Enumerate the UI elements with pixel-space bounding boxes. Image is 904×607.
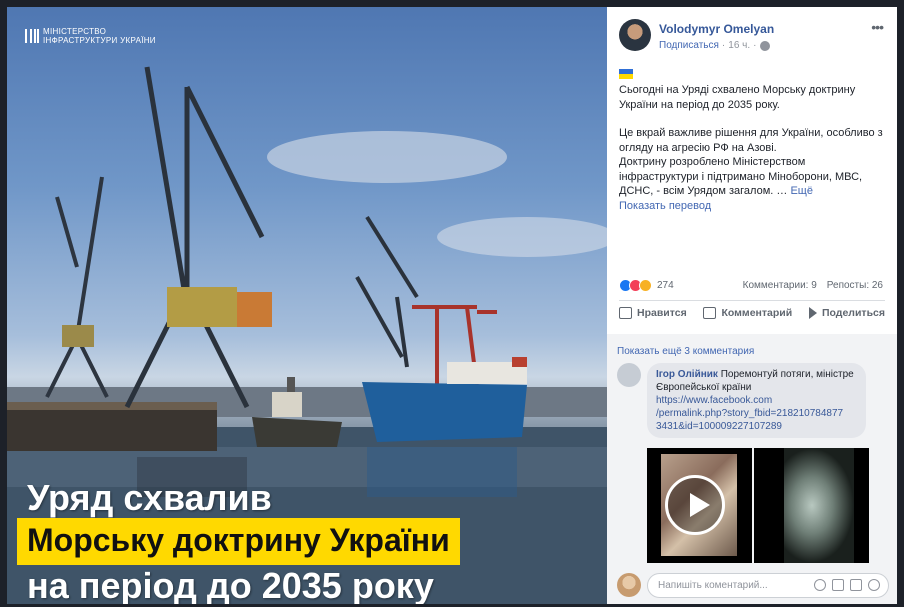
current-user-avatar xyxy=(617,573,641,597)
gif-icon[interactable] xyxy=(850,579,862,591)
commenter-avatar[interactable] xyxy=(617,363,641,387)
reposts-count[interactable]: Репосты: 26 xyxy=(827,280,883,291)
thumbs-up-icon xyxy=(619,307,632,319)
headline-line-2: Морську доктрину України xyxy=(17,518,460,565)
post-actions: Нравится Комментарий Поделиться xyxy=(619,307,885,319)
post-time[interactable]: 16 ч. xyxy=(728,40,750,51)
post-meta: Подписаться · 16 ч. · xyxy=(659,40,770,51)
comment-bubble: Ігор Олійник Поремонтуй потяги, міністре… xyxy=(647,363,866,438)
ukraine-flag-icon xyxy=(619,69,633,79)
image-frame xyxy=(784,448,854,563)
comment-input-icons xyxy=(814,579,880,591)
play-icon[interactable] xyxy=(665,475,725,535)
options-menu-icon[interactable]: ••• xyxy=(871,19,884,35)
meta-separator-2: · xyxy=(753,40,757,51)
share-button[interactable]: Поделиться xyxy=(808,307,885,319)
comment-image-thumbnail[interactable] xyxy=(754,448,869,563)
ministry-logo-icon xyxy=(25,29,39,43)
post-paragraph-1: Сьогодні на Уряді схвалено Морську доктр… xyxy=(619,84,856,111)
engagement-counts: Комментарии: 9 Репосты: 26 xyxy=(743,280,883,291)
globe-icon xyxy=(759,40,770,51)
reactions-count: 274 xyxy=(657,280,674,291)
comment-input[interactable]: Напишіть коментарий... xyxy=(647,573,889,598)
comment-icon xyxy=(703,307,717,319)
like-button[interactable]: Нравится xyxy=(619,307,687,319)
emoji-icon[interactable] xyxy=(814,579,826,591)
show-more-comments-link[interactable]: Показать ещё 3 комментария xyxy=(617,346,754,357)
comment-input-placeholder: Напишіть коментарий... xyxy=(658,580,768,591)
comments-count[interactable]: Комментарии: 9 xyxy=(743,280,817,291)
author-avatar[interactable] xyxy=(619,19,651,51)
divider xyxy=(619,300,885,301)
comment-link-3[interactable]: 3431&id=100009227107289 xyxy=(656,421,782,432)
post-panel: Volodymyr Omelyan Подписаться · 16 ч. · … xyxy=(607,7,897,604)
headline-line-3: на період до 2035 року xyxy=(27,565,434,604)
comment-button[interactable]: Комментарий xyxy=(703,307,792,319)
post-paragraph-3: Доктрину розроблено Міністерством інфрас… xyxy=(619,155,887,199)
comment-link-1[interactable]: https://www.facebook.com xyxy=(656,395,772,406)
ministry-line-2: ІНФРАСТРУКТУРИ УКРАЇНИ xyxy=(43,36,156,45)
like-label: Нравится xyxy=(637,307,687,319)
ministry-logo: МІНІСТЕРСТВО ІНФРАСТРУКТУРИ УКРАЇНИ xyxy=(25,27,156,45)
share-icon xyxy=(808,307,817,319)
reactions-summary[interactable]: 274 xyxy=(619,279,674,292)
subscribe-link[interactable]: Подписаться xyxy=(659,40,719,51)
show-translation-link[interactable]: Показать перевод xyxy=(619,199,887,214)
post-photo[interactable]: МІНІСТЕРСТВО ІНФРАСТРУКТУРИ УКРАЇНИ Уряд… xyxy=(7,7,607,604)
share-label: Поделиться xyxy=(821,307,885,319)
camera-icon[interactable] xyxy=(832,579,844,591)
comment-video-thumbnail[interactable] xyxy=(647,448,752,563)
sticker-icon[interactable] xyxy=(868,579,880,591)
author-name[interactable]: Volodymyr Omelyan xyxy=(659,22,774,36)
comment-label: Комментарий xyxy=(721,307,793,319)
post-paragraph-3-text: Доктрину розроблено Міністерством інфрас… xyxy=(619,156,863,197)
see-more-link[interactable]: Ещё xyxy=(790,185,813,197)
post-paragraph-2: Це вкрай важливе рішення для України, ос… xyxy=(619,127,883,154)
ministry-line-1: МІНІСТЕРСТВО xyxy=(43,27,107,36)
headline-line-1: Уряд схвалив xyxy=(27,477,272,518)
commenter-name[interactable]: Ігор Олійник xyxy=(656,369,718,380)
meta-separator: · xyxy=(721,40,726,51)
ministry-logo-text: МІНІСТЕРСТВО ІНФРАСТРУКТУРИ УКРАЇНИ xyxy=(43,27,156,45)
post-text: Сьогодні на Уряді схвалено Морську доктр… xyxy=(619,83,887,213)
haha-reaction-icon xyxy=(639,279,652,292)
comment-link-2[interactable]: /permalink.php?story_fbid=218210784877 xyxy=(656,408,843,419)
